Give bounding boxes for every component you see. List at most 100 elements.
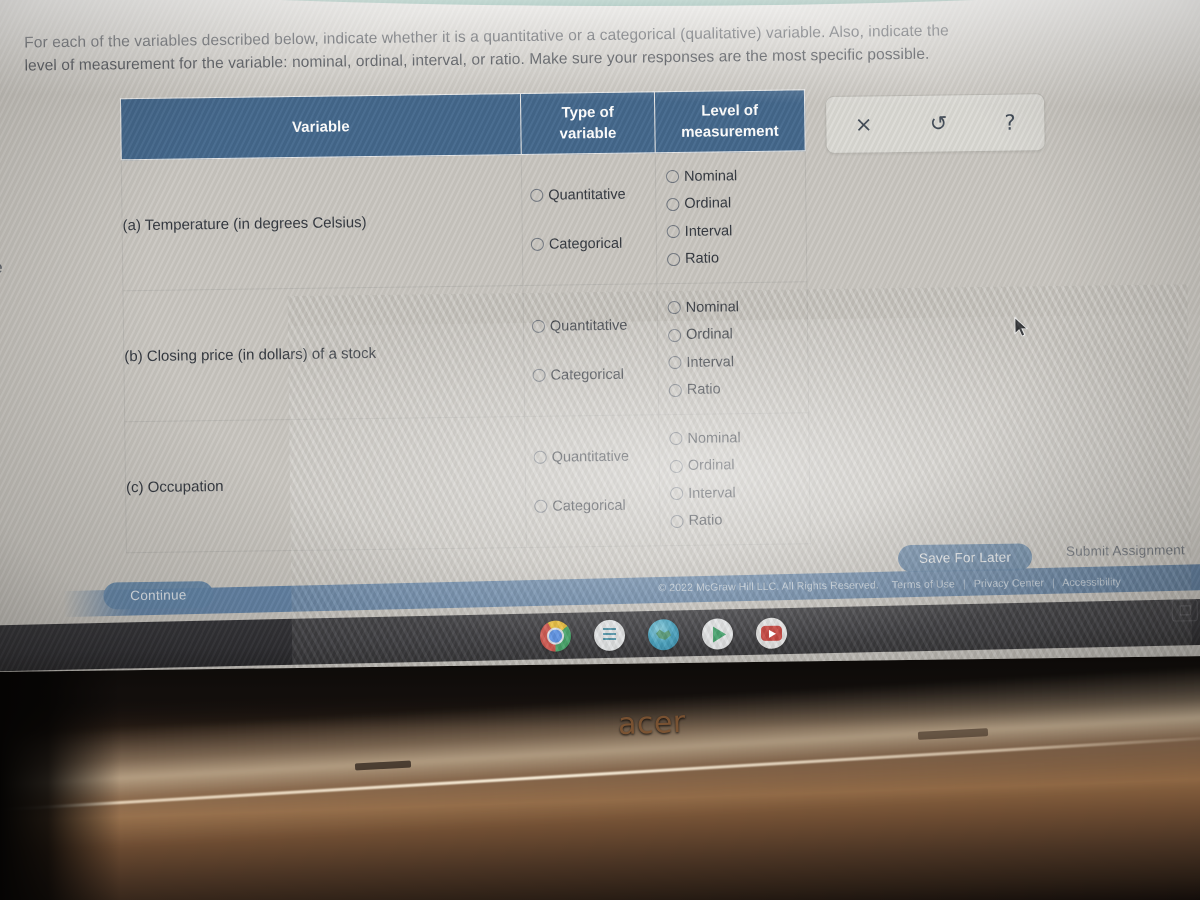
type-options-a: Quantitative Categorical	[522, 153, 657, 285]
radio-option-ratio-c[interactable]: Ratio	[670, 512, 803, 530]
radio-circle-icon[interactable]	[670, 487, 684, 501]
level-cell-b: Nominal Ordinal Interval Ratio	[656, 281, 809, 415]
type-options-c: Quantitative Categorical	[525, 415, 660, 547]
radio-option-quantitative-c[interactable]: Quantitative	[533, 448, 653, 466]
radio-option-quantitative-b[interactable]: Quantitative	[531, 317, 651, 335]
undo-icon[interactable]: ↺	[920, 109, 958, 138]
radio-option-nominal-a[interactable]: Nominal	[665, 167, 799, 185]
radio-circle-icon[interactable]	[665, 170, 680, 184]
radio-option-ordinal-c[interactable]: Ordinal	[669, 457, 803, 475]
radio-circle-icon[interactable]	[531, 319, 546, 333]
radio-label: Ordinal	[685, 326, 733, 344]
table-body: (a) Temperature (in degrees Celsius) Qua…	[121, 150, 811, 553]
radio-circle-icon[interactable]	[667, 301, 681, 315]
variable-label-a: (a) Temperature (in degrees Celsius)	[121, 154, 523, 291]
radio-label: Ratio	[685, 250, 720, 268]
radio-label: Interval	[688, 485, 736, 502]
save-for-later-button[interactable]: Save For Later	[897, 543, 1033, 573]
radio-label: Nominal	[685, 298, 740, 316]
radio-option-ratio-b[interactable]: Ratio	[668, 381, 802, 399]
radio-label: Interval	[686, 354, 735, 371]
radio-circle-icon[interactable]	[530, 237, 544, 251]
clear-icon[interactable]: ×	[845, 110, 883, 139]
radio-circle-icon[interactable]	[668, 328, 682, 342]
radio-label: Categorical	[548, 235, 623, 253]
radio-option-ratio-a[interactable]: Ratio	[667, 250, 800, 268]
header-type-of-variable: Type of variable	[520, 91, 656, 155]
header-level-of-measurement: Level of measurement	[654, 89, 806, 153]
help-icon[interactable]: ?	[994, 108, 1026, 137]
submit-assignment-button[interactable]: Submit Assignment	[1066, 542, 1185, 559]
photo-of-laptop-screen: acer e For each of the variables describ…	[0, 0, 1200, 900]
radio-circle-icon[interactable]	[668, 383, 682, 397]
radio-circle-icon[interactable]	[668, 356, 682, 370]
radio-circle-icon[interactable]	[530, 188, 544, 202]
level-options-a: Nominal Ordinal Interval Ratio	[656, 151, 807, 283]
radio-option-categorical-a[interactable]: Categorical	[530, 235, 650, 253]
acer-brand-logo: acer	[617, 704, 687, 743]
radio-option-interval-c[interactable]: Interval	[670, 484, 803, 502]
table-head: Variable Type of variable Level of measu…	[120, 89, 806, 160]
instructions-text: For each of the variables described belo…	[24, 16, 1185, 77]
footer-terms-link[interactable]: Terms of Use	[892, 578, 955, 591]
chrome-icon[interactable]	[539, 620, 572, 652]
radio-label: Nominal	[683, 167, 738, 185]
radio-label: Nominal	[687, 429, 741, 447]
level-cell-c: Nominal Ordinal Interval Ratio	[658, 412, 811, 546]
level-cell-a: Nominal Ordinal Interval Ratio	[655, 150, 807, 284]
radio-option-categorical-b[interactable]: Categorical	[532, 366, 652, 384]
type-cell-b: Quantitative Categorical	[522, 283, 659, 417]
radio-circle-icon[interactable]	[533, 450, 547, 464]
radio-label: Ratio	[686, 381, 721, 399]
radio-circle-icon[interactable]	[532, 368, 546, 382]
bezel-left-shadow	[0, 655, 120, 900]
docs-icon[interactable]	[593, 619, 626, 652]
radio-label: Interval	[684, 223, 733, 240]
earth-icon[interactable]	[647, 619, 680, 651]
radio-label: Ordinal	[684, 195, 732, 213]
header-level-line2: measurement	[681, 122, 779, 141]
footer-privacy-link[interactable]: Privacy Center	[974, 577, 1044, 590]
mouse-cursor-icon	[1014, 316, 1029, 337]
type-cell-a: Quantitative Categorical	[521, 152, 657, 286]
radio-option-ordinal-a[interactable]: Ordinal	[666, 195, 799, 213]
radio-circle-icon[interactable]	[669, 432, 683, 446]
continue-button[interactable]: Continue	[103, 581, 214, 610]
radio-option-ordinal-b[interactable]: Ordinal	[668, 326, 801, 344]
table-row: (c) Occupation Quantitative Categorical	[124, 412, 811, 553]
assignment-page: e For each of the variables described be…	[0, 0, 1200, 672]
radio-circle-icon[interactable]	[667, 252, 681, 266]
radio-circle-icon[interactable]	[534, 499, 548, 513]
radio-option-interval-b[interactable]: Interval	[668, 353, 801, 371]
level-options-c: Nominal Ordinal Interval Ratio	[659, 413, 810, 545]
footer-accessibility-link[interactable]: Accessibility	[1062, 576, 1121, 589]
radio-circle-icon[interactable]	[666, 225, 680, 239]
youtube-icon[interactable]	[755, 617, 788, 649]
laptop-screen: e For each of the variables described be…	[0, 0, 1200, 672]
table-row: (b) Closing price (in dollars) of a stoc…	[122, 281, 809, 422]
footer-separator: |	[962, 578, 966, 591]
header-type-line1: Type of	[561, 103, 614, 122]
table-header-row: Variable Type of variable Level of measu…	[120, 89, 806, 160]
radio-label: Quantitative	[548, 186, 626, 204]
radio-circle-icon[interactable]	[666, 197, 680, 211]
table-row: (a) Temperature (in degrees Celsius) Qua…	[121, 150, 807, 291]
display-settings-icon[interactable]	[1171, 599, 1198, 622]
play-store-icon[interactable]	[701, 618, 734, 650]
header-level-line1: Level of	[701, 101, 759, 120]
radio-option-nominal-c[interactable]: Nominal	[669, 429, 802, 447]
radio-option-nominal-b[interactable]: Nominal	[667, 298, 801, 316]
radio-label: Ordinal	[687, 457, 735, 475]
radio-option-interval-a[interactable]: Interval	[666, 222, 800, 240]
variable-label-b: (b) Closing price (in dollars) of a stoc…	[122, 285, 525, 422]
radio-option-quantitative-a[interactable]: Quantitative	[530, 186, 649, 204]
radio-circle-icon[interactable]	[669, 459, 683, 473]
footer-separator: |	[1052, 577, 1056, 590]
radio-option-categorical-c[interactable]: Categorical	[534, 497, 653, 515]
radio-circle-icon[interactable]	[670, 514, 684, 528]
type-options-b: Quantitative Categorical	[523, 284, 658, 416]
answer-tools-toolbar: × ↺ ?	[824, 93, 1046, 155]
radio-label: Categorical	[550, 366, 625, 384]
radio-label: Categorical	[552, 497, 626, 515]
radio-label: Quantitative	[551, 448, 630, 466]
